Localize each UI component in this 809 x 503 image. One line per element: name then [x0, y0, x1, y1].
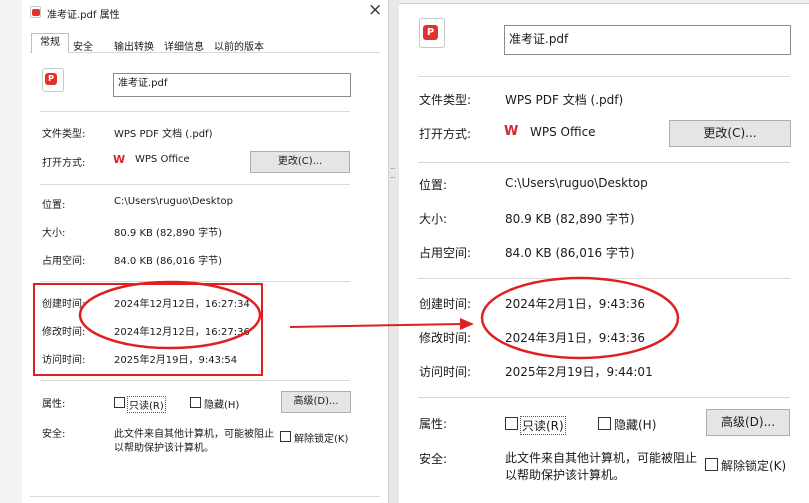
filetype-label: 文件类型:: [419, 93, 472, 107]
change-button[interactable]: 更改(C)...: [669, 120, 791, 147]
unblock-checkbox[interactable]: [705, 458, 718, 471]
created-value: 2024年12月12日，16:27:34: [114, 299, 250, 310]
wps-logo-icon: W: [504, 124, 519, 139]
modified-value: 2024年3月1日，9:43:36: [505, 331, 646, 345]
separator-1: [418, 76, 790, 77]
modified-label: 修改时间:: [42, 327, 86, 338]
location-value: C:\Users\ruguo\Desktop: [114, 196, 233, 207]
separator-4: [40, 380, 350, 381]
attributes-label: 属性:: [419, 417, 448, 431]
security-label: 安全:: [42, 429, 66, 440]
hidden-label[interactable]: 隐藏(H): [614, 416, 656, 433]
readonly-label[interactable]: 只读(R): [127, 396, 166, 413]
filename-input[interactable]: 准考证.pdf: [113, 73, 351, 97]
accessed-value: 2025年2月19日，9:43:54: [114, 355, 238, 366]
created-label: 创建时间:: [42, 299, 86, 310]
accessed-value: 2025年2月19日，9:44:01: [505, 365, 653, 379]
separator-4: [418, 397, 790, 398]
readonly-label[interactable]: 只读(R): [520, 416, 566, 435]
pdf-file-icon: P: [42, 68, 64, 92]
disk-value: 84.0 KB (86,016 字节): [114, 256, 223, 267]
advanced-button[interactable]: 高级(D)...: [706, 409, 790, 436]
unblock-label[interactable]: 解除锁定(K): [721, 457, 786, 474]
filetype-label: 文件类型:: [42, 129, 86, 140]
tab-general[interactable]: 常规: [31, 33, 69, 53]
location-value: C:\Users\ruguo\Desktop: [505, 176, 648, 190]
location-label: 位置:: [419, 178, 448, 192]
filetype-value: WPS PDF 文档 (.pdf): [505, 93, 624, 107]
bottom-separator: [30, 496, 380, 497]
hidden-label[interactable]: 隐藏(H): [204, 396, 239, 411]
size-label: 大小:: [42, 228, 66, 239]
security-text-line1: 此文件来自其他计算机，可能被阻止: [505, 451, 698, 465]
openwith-value: WPS Office: [530, 125, 596, 139]
location-label: 位置:: [42, 200, 66, 211]
dialog-title: 准考证.pdf 属性: [47, 10, 120, 21]
security-text-line2: 以帮助保护该计算机。: [505, 468, 626, 482]
security-text-line2: 以帮助保护该计算机。: [114, 443, 214, 454]
advanced-button[interactable]: 高级(D)...: [281, 391, 351, 413]
close-button[interactable]: ×: [368, 0, 382, 20]
disk-value: 84.0 KB (86,016 字节): [505, 246, 635, 260]
openwith-value: WPS Office: [135, 154, 190, 165]
pdf-file-icon: P: [419, 18, 445, 48]
title-pdf-icon: [30, 6, 41, 18]
size-value: 80.9 KB (82,890 字节): [505, 212, 635, 226]
unblock-label[interactable]: 解除锁定(K): [294, 430, 348, 445]
openwith-label: 打开方式:: [42, 158, 86, 169]
accessed-label: 访问时间:: [419, 365, 472, 379]
accessed-label: 访问时间:: [42, 355, 86, 366]
change-button[interactable]: 更改(C)...: [250, 151, 350, 173]
separator-3: [40, 281, 350, 282]
tab-security[interactable]: 安全: [73, 38, 93, 53]
size-value: 80.9 KB (82,890 字节): [114, 228, 223, 239]
size-label: 大小:: [419, 212, 448, 226]
readonly-checkbox[interactable]: [114, 397, 125, 408]
filetype-value: WPS PDF 文档 (.pdf): [114, 129, 213, 140]
attributes-label: 属性:: [42, 399, 66, 410]
hidden-checkbox[interactable]: [190, 397, 201, 408]
created-value: 2024年2月1日，9:43:36: [505, 297, 646, 311]
disk-label: 占用空间:: [42, 256, 86, 267]
readonly-checkbox[interactable]: [505, 417, 518, 430]
unblock-checkbox[interactable]: [280, 431, 291, 442]
separator-3: [418, 278, 790, 279]
wps-logo-icon: W: [113, 153, 126, 166]
filename-input[interactable]: 准考证.pdf: [504, 25, 791, 55]
separator-1: [40, 111, 350, 112]
tab-previous-versions[interactable]: 以前的版本: [214, 38, 264, 53]
modified-label: 修改时间:: [419, 331, 472, 345]
separator-2: [418, 162, 790, 163]
modified-value: 2024年12月12日，16:27:36: [114, 327, 250, 338]
tab-output-convert[interactable]: 输出转换: [114, 38, 154, 53]
openwith-label: 打开方式:: [419, 127, 472, 141]
created-label: 创建时间:: [419, 297, 472, 311]
separator-2: [40, 184, 350, 185]
disk-label: 占用空间:: [419, 246, 472, 260]
hidden-checkbox[interactable]: [598, 417, 611, 430]
right-top-tab-strip: [399, 0, 809, 4]
splitter-grip[interactable]: [391, 168, 395, 178]
tab-details[interactable]: 详细信息: [164, 38, 204, 53]
security-label: 安全:: [419, 452, 448, 466]
security-text-line1: 此文件来自其他计算机，可能被阻止: [114, 429, 274, 440]
